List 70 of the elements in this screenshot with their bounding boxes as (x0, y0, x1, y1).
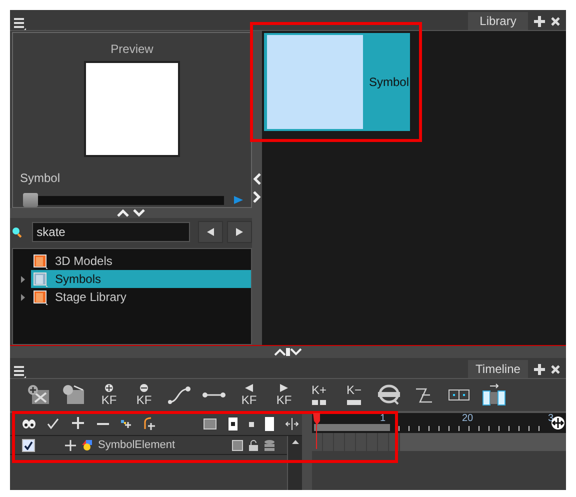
keyframe-button[interactable]: KF (131, 381, 157, 409)
preview-slider[interactable] (23, 193, 224, 207)
remove-layer-icon[interactable] (97, 422, 109, 426)
color-swatch-icon[interactable] (232, 440, 243, 450)
ruler-label: 1 (380, 413, 386, 424)
layer-name[interactable]: SymbolElement (98, 439, 226, 451)
add-icon[interactable] (534, 364, 545, 374)
next-key-icon (280, 384, 288, 392)
ruler-label: 20 (462, 413, 474, 424)
key-blocks-icon (312, 398, 326, 406)
close-icon[interactable] (551, 16, 560, 26)
expand-right-icon[interactable] (253, 191, 261, 203)
curve-add-icon[interactable] (143, 417, 155, 431)
scrollbar[interactable] (287, 436, 302, 490)
unlock-icon[interactable] (249, 440, 258, 450)
collapse-left-icon[interactable] (253, 173, 261, 185)
folder-icon (33, 253, 49, 269)
folder-icon (33, 289, 49, 305)
tree-item[interactable]: 3D Models (31, 252, 251, 270)
menu-icon[interactable] (14, 18, 26, 30)
play-icon[interactable] (234, 196, 243, 204)
menu-icon[interactable] (14, 366, 26, 378)
add-icon[interactable] (534, 16, 545, 26)
next-button[interactable] (226, 221, 252, 243)
tree-item[interactable]: Stage Library (31, 288, 251, 306)
slider-thumb[interactable] (23, 193, 38, 207)
playhead-icon[interactable] (313, 413, 321, 449)
collapse-icon[interactable] (116, 209, 130, 217)
frames-icon[interactable] (447, 388, 471, 402)
keyframe-button[interactable]: KF (96, 381, 122, 409)
check-icon[interactable] (47, 418, 61, 430)
line-icon[interactable] (202, 390, 226, 400)
timeline-tab[interactable]: Timeline (468, 360, 528, 378)
tree-item[interactable]: Symbols (31, 270, 251, 288)
sparkle-icon[interactable] (120, 419, 132, 429)
collapse-icon[interactable] (273, 348, 303, 356)
expand-arrow-icon[interactable] (21, 294, 25, 300)
key-button[interactable]: K+ (306, 381, 332, 409)
expand-icon[interactable] (132, 209, 146, 217)
library-tab[interactable]: Library (468, 12, 528, 30)
add-key-icon (105, 384, 113, 392)
symbol-thumbnail[interactable]: Symbol (264, 33, 410, 131)
element-icon (82, 439, 92, 451)
split-icon[interactable] (285, 418, 299, 430)
search-icon (12, 226, 22, 238)
expand-icon[interactable] (65, 440, 76, 450)
search-field[interactable]: skate (32, 222, 190, 242)
caret-left-icon (206, 228, 214, 236)
layer-checkbox[interactable] (22, 438, 35, 452)
previous-key-icon (245, 384, 253, 392)
key-block-icon (347, 398, 361, 406)
caret-right-icon (236, 228, 243, 236)
keyframe-button[interactable]: KF (236, 381, 262, 409)
scroll-up-icon[interactable] (292, 440, 298, 444)
database-icon[interactable] (264, 440, 275, 450)
eyes-icon[interactable] (22, 419, 36, 429)
preview-caption: Symbol (20, 171, 60, 185)
preview-title: Preview (110, 42, 154, 56)
previous-button[interactable] (198, 221, 223, 243)
keyframe-button[interactable]: KF (271, 381, 297, 409)
close-icon[interactable] (551, 364, 560, 374)
key-button[interactable]: K− (341, 381, 367, 409)
add-layer-icon[interactable] (72, 417, 86, 431)
zoom-handle-icon[interactable] (551, 416, 565, 430)
folder-icon (33, 271, 49, 287)
remove-key-icon (140, 384, 148, 392)
frame-icon[interactable] (203, 418, 217, 430)
expand-arrow-icon[interactable] (21, 276, 25, 282)
curve-icon[interactable] (167, 385, 191, 405)
keyframe-icon[interactable] (228, 417, 238, 431)
